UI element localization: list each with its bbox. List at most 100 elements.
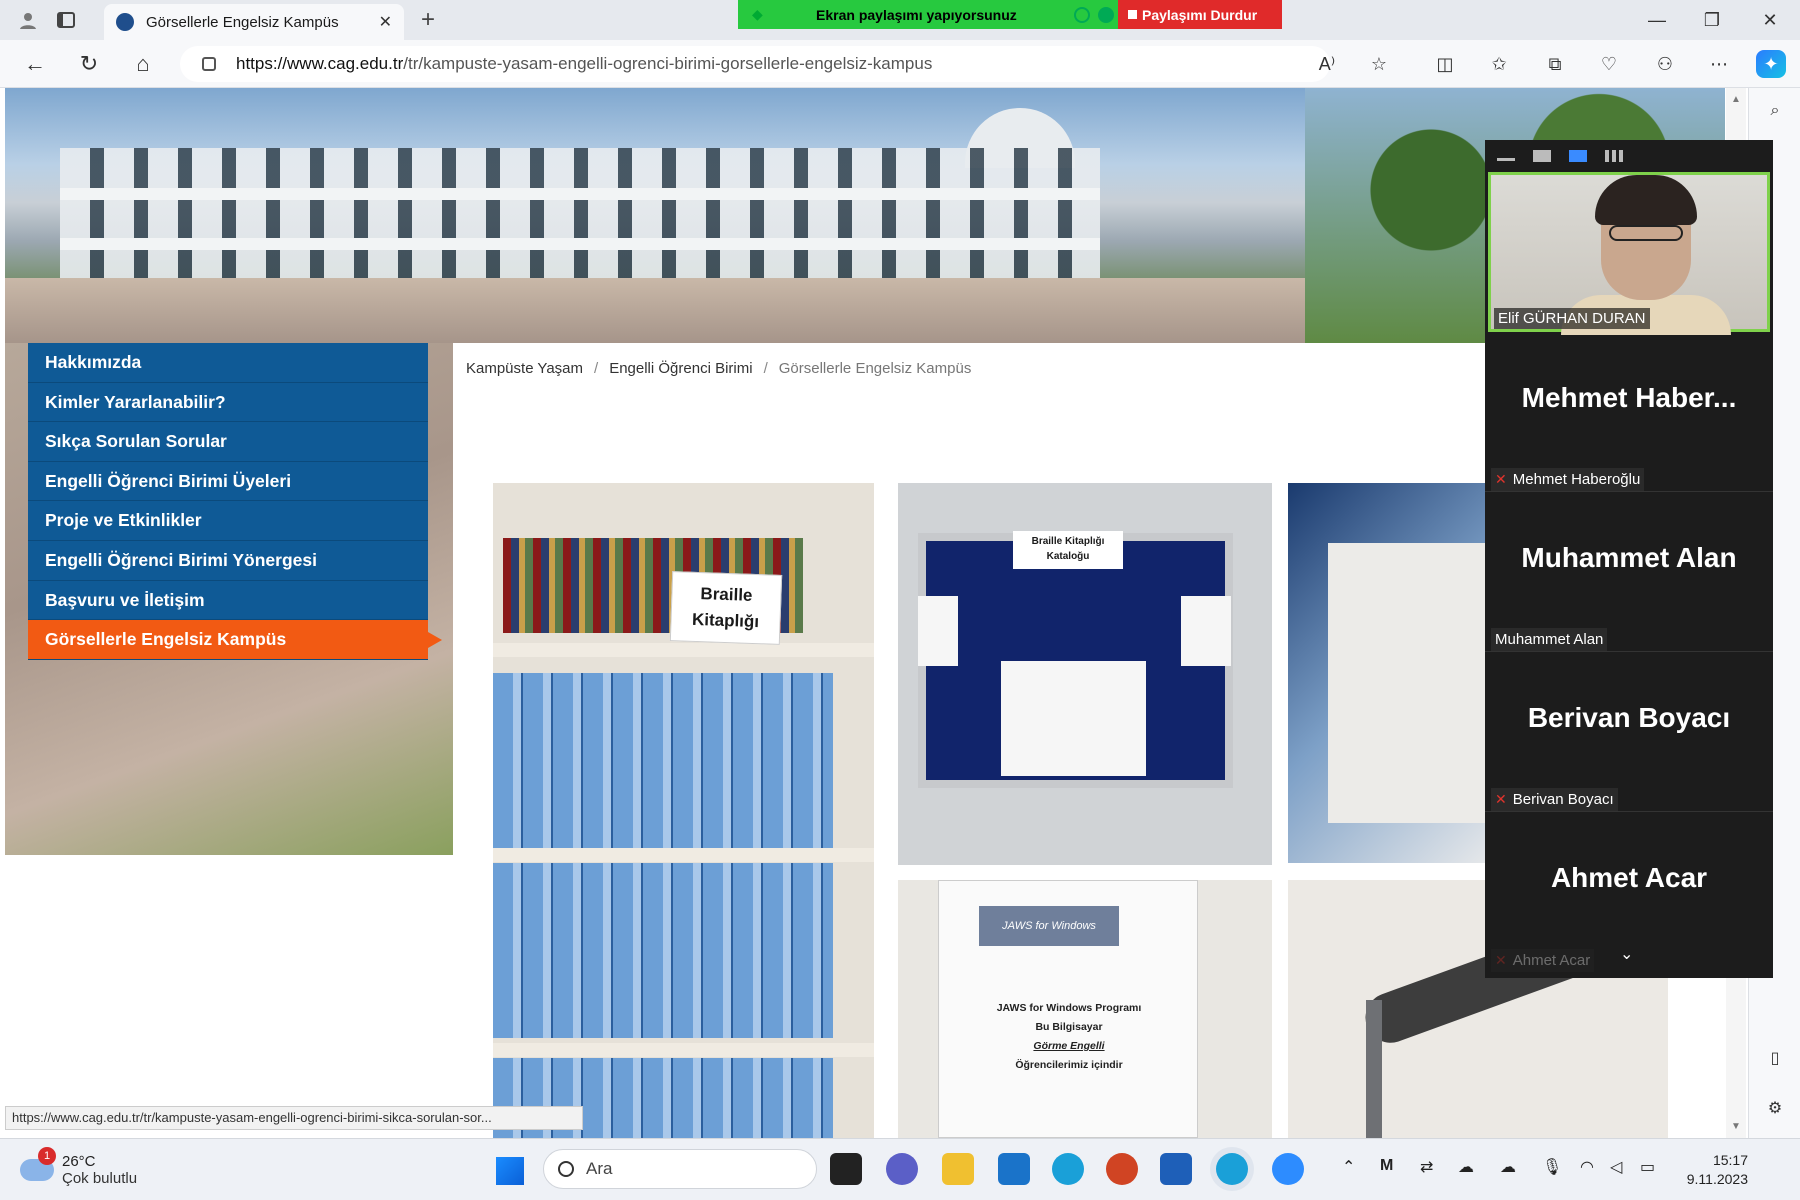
shelf [493, 643, 874, 657]
word-icon[interactable] [1160, 1153, 1192, 1185]
more-menu-icon[interactable]: ⋯ [1704, 50, 1734, 78]
profile-icon[interactable] [14, 8, 42, 32]
close-window-icon[interactable]: ✕ [1755, 6, 1785, 34]
menu-item-kimler[interactable]: Kimler Yararlanabilir? [28, 382, 428, 423]
stop-sharing-button[interactable]: Paylaşımı Durdur [1118, 0, 1282, 29]
read-aloud-icon[interactable]: A⁾ [1312, 50, 1342, 78]
task-view-icon[interactable] [830, 1153, 862, 1185]
url-input[interactable]: https://www.cag.edu.tr/tr/kampuste-yasam… [180, 46, 1330, 82]
share-status-text: Ekran paylaşımı yapıyorsunuz [816, 6, 1017, 23]
edge-icon[interactable] [1052, 1153, 1084, 1185]
minimize-icon[interactable]: — [1642, 6, 1672, 34]
wifi-icon[interactable]: ◠ [1580, 1157, 1594, 1177]
taskbar-search[interactable]: Ara [543, 1149, 817, 1189]
self-name-label: Elif GÜRHAN DURAN [1494, 308, 1650, 329]
search-placeholder: Ara [586, 1159, 613, 1178]
zoom-view-toolbar [1485, 140, 1773, 172]
catalog-label: Braille Kitaplığı Kataloğu [1013, 531, 1123, 569]
photo-braille-library[interactable]: Braille Kitaplığı [493, 483, 874, 1138]
app-tray-icon[interactable]: M [1380, 1157, 1393, 1175]
participant-tile[interactable]: Berivan Boyacı ✕ Berivan Boyacı [1485, 652, 1773, 812]
participant-tile[interactable]: Ahmet Acar ✕ Ahmet Acar ⌄ [1485, 812, 1773, 972]
participant-name: Ahmet Acar [1512, 952, 1591, 969]
onedrive-error-icon[interactable]: ☁ [1500, 1157, 1516, 1177]
menu-item-sss[interactable]: Sıkça Sorulan Sorular [28, 422, 428, 462]
copilot-icon[interactable]: ✦ [1756, 50, 1786, 78]
restore-icon[interactable]: ❐ [1697, 6, 1727, 34]
collections-icon[interactable]: ⧉ [1540, 50, 1570, 78]
shelf [493, 1043, 874, 1057]
speaker-icon[interactable]: ◁ [1610, 1157, 1622, 1177]
mail-icon[interactable] [998, 1153, 1030, 1185]
tab-close-icon[interactable]: ✕ [379, 12, 392, 32]
url-domain: https://www.cag.edu.tr [236, 54, 404, 73]
teams-chat-icon[interactable] [886, 1153, 918, 1185]
tray-settings-icon[interactable]: ⇄ [1420, 1157, 1433, 1177]
refresh-icon[interactable]: ↻ [74, 50, 104, 78]
magnifier-pole [1366, 1000, 1382, 1138]
back-arrow-icon[interactable]: ← [20, 50, 50, 78]
notification-badge: 1 [38, 1147, 56, 1165]
favorite-star-icon[interactable]: ☆ [1364, 50, 1394, 78]
menu-item-uyeler[interactable]: Engelli Öğrenci Birimi Üyeleri [28, 461, 428, 502]
gallery-view-icon[interactable] [1605, 150, 1623, 162]
browser-essentials-icon[interactable]: ♡ [1594, 50, 1624, 78]
stop-sharing-label: Paylaşımı Durdur [1142, 6, 1258, 23]
weather-widget[interactable]: 1 26°C Çok bulutlu [20, 1147, 137, 1187]
participant-tile[interactable]: Mehmet Haber... ✕ Mehmet Haberoğlu [1485, 332, 1773, 492]
start-button[interactable] [496, 1157, 524, 1185]
microphone-icon[interactable]: 🎙 [1542, 1157, 1562, 1177]
speaker-view-icon[interactable] [1569, 150, 1587, 162]
new-tab-button[interactable]: + [414, 6, 442, 33]
scroll-down-icon[interactable]: ▼ [1731, 1121, 1741, 1132]
jaws-line: Bu Bilgisayar [1035, 1021, 1103, 1033]
participant-name: Berivan Boyacı [1512, 791, 1614, 808]
building-band [60, 188, 1100, 200]
side-menu: Hakkımızda Kimler Yararlanabilir? Sıkça … [28, 343, 442, 660]
breadcrumb: Kampüste Yaşam / Engelli Öğrenci Birimi … [453, 343, 1453, 393]
scroll-up-icon[interactable]: ▲ [1731, 94, 1741, 105]
stop-square-icon [1128, 10, 1137, 19]
split-screen-icon[interactable]: ◫ [1430, 50, 1460, 78]
file-explorer-icon[interactable] [942, 1153, 974, 1185]
photo-braille-catalog-board[interactable]: Braille Kitaplığı Kataloğu [898, 483, 1272, 865]
sidebar-toggle-icon[interactable]: ▯ [1765, 1048, 1785, 1068]
thumbnail-view-icon[interactable] [1533, 150, 1551, 162]
battery-icon[interactable]: ▭ [1640, 1157, 1655, 1177]
onedrive-icon[interactable]: ☁ [1458, 1157, 1474, 1177]
extensions-icon[interactable]: ⚇ [1650, 50, 1680, 78]
favorites-icon[interactable]: ✩ [1484, 50, 1514, 78]
zoom-participants-panel: Elif GÜRHAN DURAN Mehmet Haber... ✕ Mehme… [1485, 140, 1773, 978]
sign-line: Kitaplığı [691, 609, 760, 632]
tray-overflow-icon[interactable]: ⌃ [1342, 1157, 1355, 1177]
home-icon[interactable]: ⌂ [128, 50, 158, 78]
temperature: 26°C [62, 1153, 96, 1170]
menu-item-yonerge[interactable]: Engelli Öğrenci Birimi Yönergesi [28, 540, 428, 581]
windows-taskbar: 1 26°C Çok bulutlu Ara ⌃ M ⇄ ☁ ☁ 🎙 ◠ ◁ ▭… [0, 1138, 1800, 1200]
zoom-icon[interactable] [1272, 1153, 1304, 1185]
menu-item-gorseller[interactable]: Görsellerle Engelsiz Kampüs [28, 620, 442, 660]
breadcrumb-engelli-birimi[interactable]: Engelli Öğrenci Birimi [609, 360, 752, 377]
photo-braille-sheet[interactable] [1288, 483, 1488, 863]
powerpoint-icon[interactable] [1106, 1153, 1138, 1185]
muted-mic-icon: ✕ [1495, 471, 1507, 487]
participant-tile[interactable]: Muhammet Alan Muhammet Alan [1485, 492, 1773, 652]
clock[interactable]: 15:17 9.11.2023 [1678, 1151, 1748, 1189]
menu-item-hakkimizda[interactable]: Hakkımızda [28, 343, 428, 383]
browser-tab[interactable]: Görsellerle Engelsiz Kampüs ✕ [104, 4, 404, 40]
lock-icon [202, 57, 216, 71]
minimize-view-icon[interactable] [1497, 157, 1515, 161]
participant-name-label: ✕ Mehmet Haberoğlu [1491, 468, 1645, 491]
jaws-line: Öğrencilerimiz içindir [1015, 1059, 1123, 1071]
settings-gear-icon[interactable]: ⚙ [1765, 1098, 1785, 1118]
edge-active-icon[interactable] [1216, 1153, 1248, 1185]
breadcrumb-kampuste-yasam[interactable]: Kampüste Yaşam [466, 360, 583, 377]
search-icon[interactable]: ⌕ [1765, 102, 1785, 122]
self-video-tile[interactable]: Elif GÜRHAN DURAN [1488, 172, 1770, 335]
chevron-down-icon[interactable]: ⌄ [1620, 944, 1633, 964]
tab-actions-icon[interactable] [52, 8, 80, 32]
photo-jaws-notice[interactable]: JAWS for Windows JAWS for Windows Progra… [898, 880, 1272, 1138]
jaws-line: JAWS for Windows Programı [996, 1002, 1142, 1014]
menu-item-basvuru[interactable]: Başvuru ve İletişim [28, 580, 428, 621]
menu-item-projeler[interactable]: Proje ve Etkinlikler [28, 501, 428, 541]
